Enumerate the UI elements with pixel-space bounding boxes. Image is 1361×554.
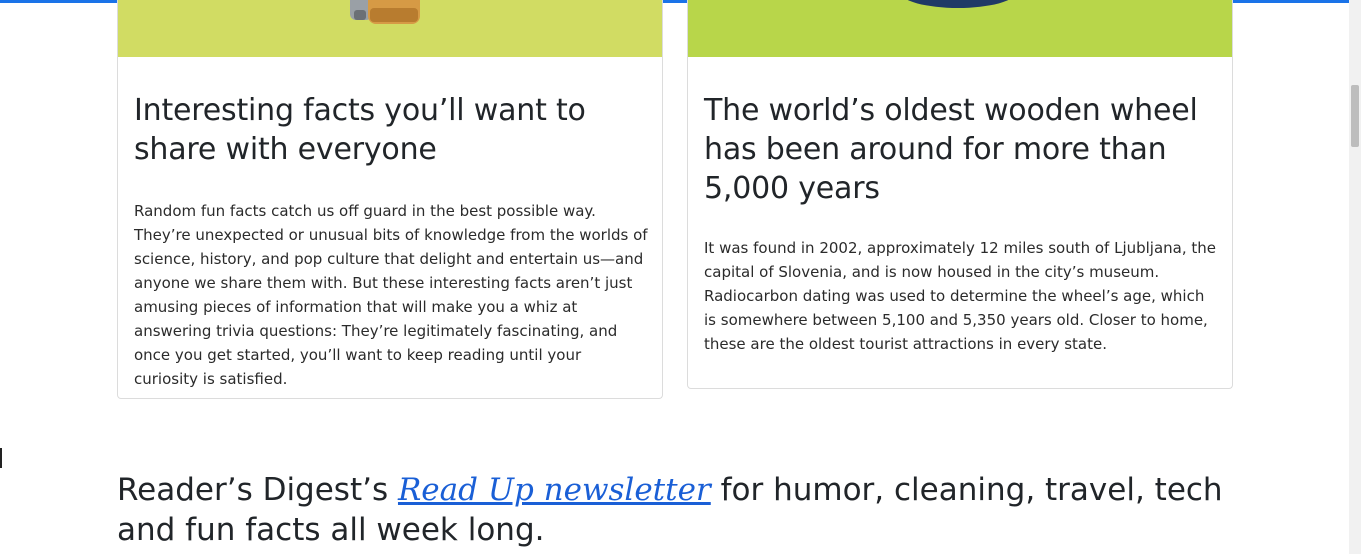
text-cursor <box>0 448 2 468</box>
scrollbar-thumb[interactable] <box>1351 85 1359 147</box>
jar-illustration-icon <box>350 0 420 24</box>
card-title[interactable]: The world’s oldest wooden wheel has been… <box>704 91 1218 208</box>
card-image[interactable] <box>688 0 1232 57</box>
wheel-illustration-icon <box>907 0 1009 8</box>
card-description: It was found in 2002, approximately 12 m… <box>704 239 1217 353</box>
card-description: Random fun facts catch us off guard in t… <box>134 202 648 388</box>
card-title[interactable]: Interesting facts you’ll want to share w… <box>134 91 648 169</box>
card-image[interactable] <box>118 0 662 57</box>
article-card-oldest-wooden-wheel[interactable]: The world’s oldest wooden wheel has been… <box>687 0 1233 389</box>
article-card-interesting-facts[interactable]: Interesting facts you’ll want to share w… <box>117 0 663 399</box>
newsletter-prefix: Reader’s Digest’s <box>117 472 398 508</box>
newsletter-promo-heading: Reader’s Digest’s Read Up newsletter for… <box>117 470 1237 550</box>
page-scrollbar[interactable] <box>1349 0 1361 554</box>
read-up-newsletter-link[interactable]: Read Up newsletter <box>398 472 711 508</box>
